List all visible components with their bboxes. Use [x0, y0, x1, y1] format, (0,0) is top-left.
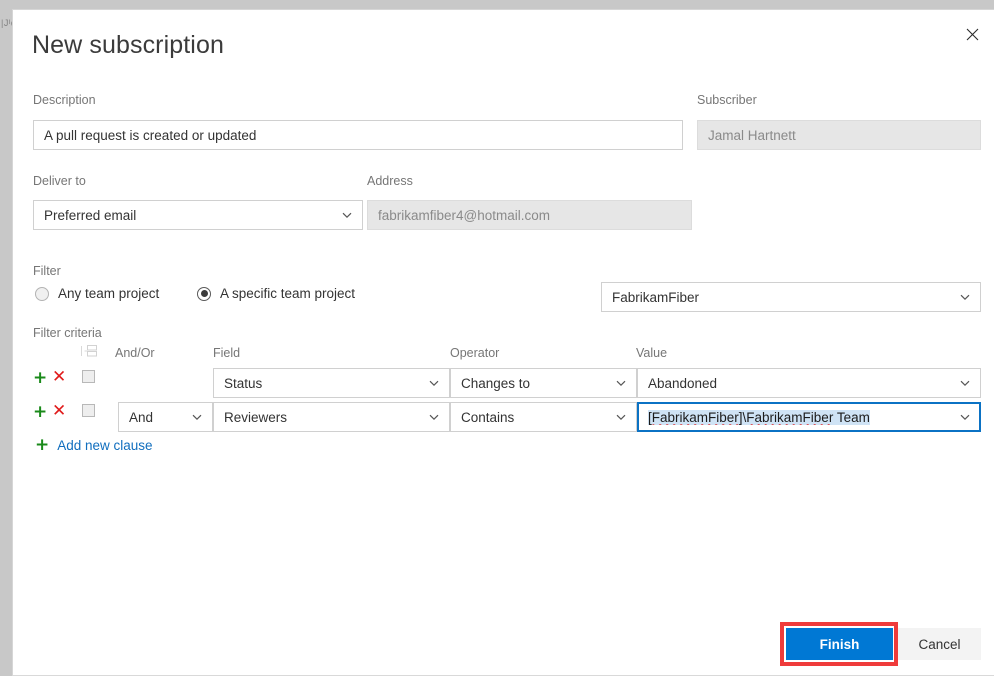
chevron-down-icon: [614, 376, 628, 390]
field-dropdown-row1[interactable]: Status: [213, 368, 450, 398]
description-label: Description: [33, 93, 96, 107]
chevron-down-icon: [190, 410, 204, 424]
team-project-dropdown[interactable]: FabrikamFiber: [601, 282, 981, 312]
value-text-row1: Abandoned: [648, 375, 718, 391]
operator-value-row1: Changes to: [461, 375, 531, 391]
field-dropdown-row2[interactable]: Reviewers: [213, 402, 450, 432]
chevron-down-icon: [958, 376, 972, 390]
filter-criteria-label: Filter criteria: [33, 326, 102, 340]
table-row[interactable]: +: [33, 370, 47, 387]
subscriber-label: Subscriber: [697, 93, 757, 107]
andor-value-row2: And: [129, 409, 154, 425]
radio-any-team-project-input[interactable]: [35, 286, 49, 301]
value-part-team-name: FabrikamFiber: [746, 409, 834, 425]
subscriber-field: Jamal Hartnett: [697, 120, 981, 150]
chevron-down-icon: [958, 290, 972, 304]
radio-specific-team-project[interactable]: A specific team project: [197, 286, 355, 301]
row-checkbox[interactable]: [82, 404, 95, 417]
plus-icon[interactable]: +: [33, 402, 47, 422]
delete-icon[interactable]: ✕: [52, 403, 66, 420]
column-header-andor: And/Or: [115, 346, 155, 360]
radio-any-team-project-label[interactable]: Any team project: [58, 286, 159, 301]
deliver-to-label: Deliver to: [33, 174, 86, 188]
deliver-to-dropdown[interactable]: Preferred email: [33, 200, 363, 230]
column-header-field: Field: [213, 346, 241, 360]
column-header-operator: Operator: [450, 346, 500, 360]
cancel-button[interactable]: Cancel: [898, 628, 981, 660]
chevron-down-icon: [958, 410, 972, 424]
column-header-value: Value: [636, 346, 668, 360]
row-checkbox[interactable]: [82, 370, 95, 383]
chevron-down-icon: [614, 410, 628, 424]
value-dropdown-row1[interactable]: Abandoned: [637, 368, 981, 398]
page-title: New subscription: [32, 31, 224, 59]
description-input[interactable]: A pull request is created or updated: [33, 120, 683, 150]
chevron-down-icon: [427, 376, 441, 390]
filter-label: Filter: [33, 264, 61, 278]
andor-dropdown-row2[interactable]: And: [118, 402, 213, 432]
add-new-clause-label: Add new clause: [57, 438, 153, 453]
plus-icon[interactable]: +: [33, 368, 47, 388]
operator-dropdown-row2[interactable]: Contains: [450, 402, 637, 432]
add-new-clause-button[interactable]: + Add new clause: [35, 437, 153, 454]
radio-any-team-project[interactable]: Any team project: [35, 286, 159, 301]
radio-specific-team-project-input[interactable]: [197, 286, 211, 301]
radio-specific-team-project-label[interactable]: A specific team project: [220, 286, 355, 301]
table-row[interactable]: +: [33, 404, 47, 421]
value-part-project: [FabrikamFiber]: [648, 409, 743, 425]
address-field: fabrikamfiber4@hotmail.com: [367, 200, 692, 230]
chevron-down-icon: [427, 410, 441, 424]
operator-value-row2: Contains: [461, 409, 515, 425]
value-dropdown-row2[interactable]: [FabrikamFiber]\FabrikamFiber Team: [637, 402, 981, 432]
chevron-down-icon: [340, 208, 354, 222]
deliver-to-value: Preferred email: [44, 207, 137, 223]
operator-dropdown-row1[interactable]: Changes to: [450, 368, 637, 398]
group-rows-icon[interactable]: [81, 344, 97, 358]
finish-button[interactable]: Finish: [786, 628, 893, 660]
new-subscription-dialog: New subscription Description A pull requ…: [12, 9, 994, 676]
plus-icon: +: [35, 435, 50, 455]
address-label: Address: [367, 174, 413, 188]
field-value-row2: Reviewers: [224, 409, 288, 425]
team-project-value: FabrikamFiber: [612, 289, 700, 305]
value-text-row2[interactable]: [FabrikamFiber]\FabrikamFiber Team: [648, 409, 952, 425]
value-part-suffix: Team: [833, 409, 870, 425]
field-value-row1: Status: [224, 375, 263, 391]
close-icon[interactable]: [956, 18, 988, 50]
delete-icon[interactable]: ✕: [52, 369, 66, 386]
screenshot-root: | J ᴵ ɑ c ᵀ ʟ ᴇ ʀ ғ ᵉ ⌐ ¬ ⌐ ᵌ ᴇ ⌐ ⌐ ┐ Ne…: [0, 0, 994, 676]
